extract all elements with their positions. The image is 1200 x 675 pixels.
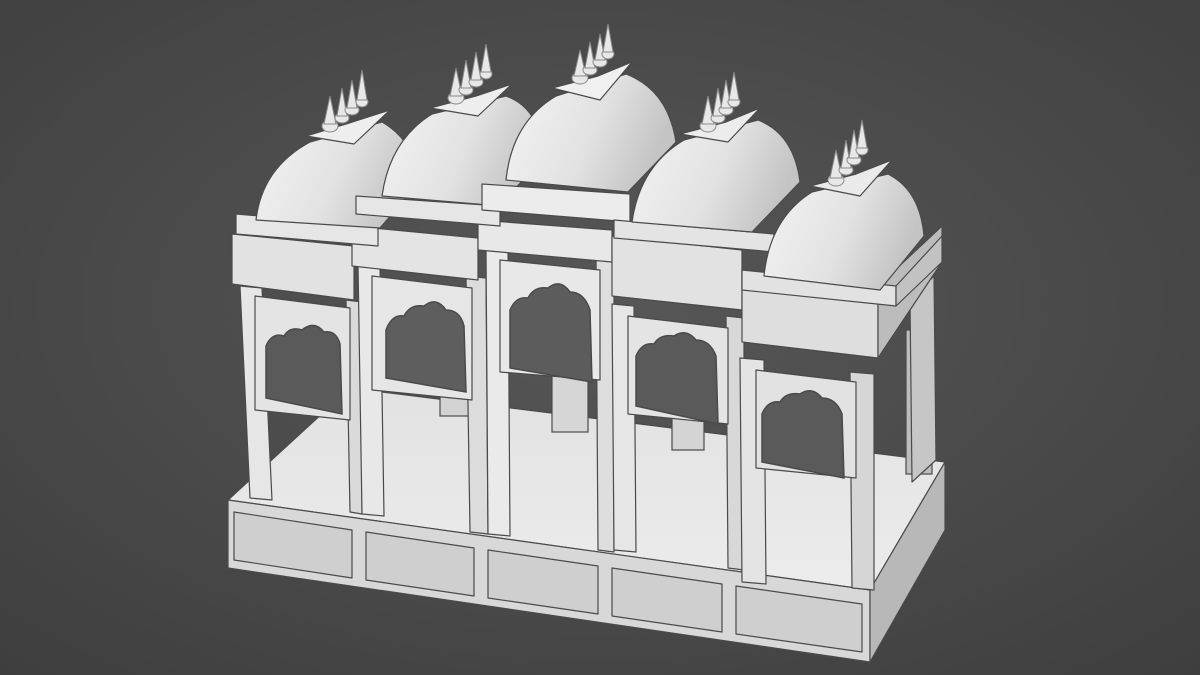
arch-opening <box>761 390 845 479</box>
side-column <box>909 275 937 483</box>
render-canvas <box>0 0 1200 675</box>
arch-opening <box>265 324 343 415</box>
side-columns <box>909 275 937 483</box>
arch-opening <box>509 283 593 383</box>
